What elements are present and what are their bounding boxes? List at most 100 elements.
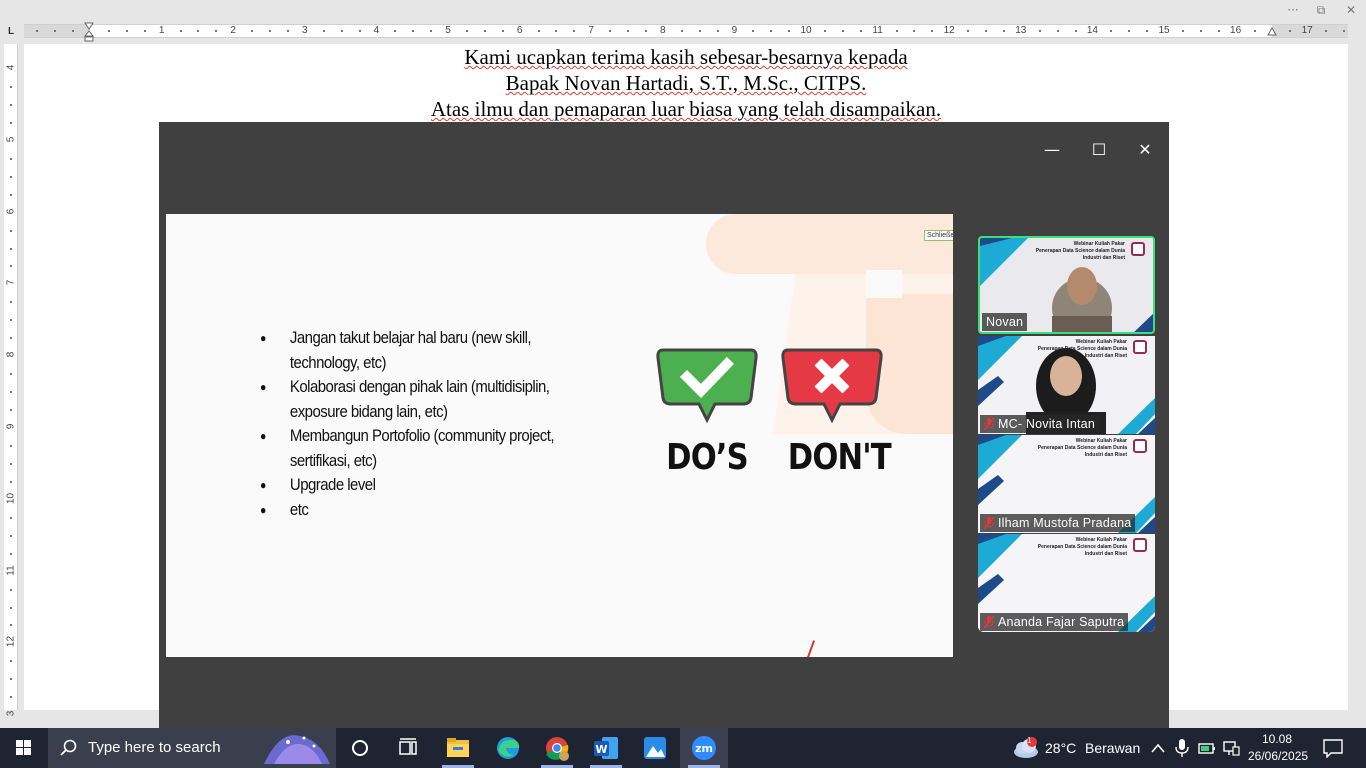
ruler-tick	[10, 373, 12, 376]
participant-tile[interactable]: Webinar Kuliah Pakar Penerapan Data Scie…	[978, 435, 1155, 533]
ruler-tick	[1253, 30, 1256, 32]
muted-mic-icon	[984, 418, 994, 430]
document-text: Atas ilmu dan pemaparan luar biasa yang …	[430, 97, 942, 121]
ruler-tick	[1038, 30, 1041, 32]
banner-line: Penerapan Data Science dalam Dunia	[1037, 346, 1127, 352]
ruler-number: 12	[5, 636, 17, 648]
maximize-button[interactable]: ☐	[1084, 138, 1114, 162]
cross-bubble-icon	[781, 348, 883, 424]
participant-tile[interactable]: Webinar Kuliah Pakar Penerapan Data Scie…	[978, 336, 1155, 434]
ruler-tick	[555, 30, 558, 32]
muted-mic-icon	[984, 616, 994, 628]
ruler-tick	[913, 30, 916, 32]
shared-screen-slide[interactable]: Schließen Jangan takut belajar hal baru …	[166, 214, 953, 657]
ruler-tick	[10, 480, 12, 483]
clock-date[interactable]: 26/06/2025	[1248, 749, 1308, 763]
right-indent-marker[interactable]	[1267, 22, 1277, 42]
ruler-number: 15	[1158, 25, 1170, 36]
document-line-1[interactable]: Kami ucapkan terima kasih sebesar-besarn…	[24, 44, 1348, 70]
horizontal-ruler[interactable]: 1 2 3 4 5 6 7 8 9 10 11 12 13 14 15 16 17	[24, 24, 1348, 38]
ruler-tick	[10, 121, 12, 124]
ruler-tick	[859, 30, 862, 32]
university-logo-icon	[1133, 538, 1147, 552]
chevron-up-icon[interactable]	[1150, 742, 1166, 754]
ruler-number: 3	[5, 710, 17, 717]
ruler-number: 10	[800, 25, 812, 36]
ruler-tick	[1217, 30, 1220, 32]
ruler-number: 17	[1301, 25, 1313, 36]
donts-graphic: DON'T	[780, 346, 892, 478]
weather-condition[interactable]: Berawan	[1085, 728, 1140, 768]
battery-icon[interactable]	[1198, 740, 1216, 756]
ruler-tick	[286, 30, 289, 32]
ruler-number: 6	[516, 25, 523, 36]
ruler-number: 14	[1086, 25, 1098, 36]
ruler-tick	[680, 30, 683, 32]
ruler-tick	[10, 337, 12, 340]
ruler-tick	[841, 30, 844, 32]
weather-cloud-icon[interactable]	[1012, 736, 1040, 760]
document-line-2[interactable]: Bapak Novan Hartadi, S.T., M.Sc., CITPS.	[24, 70, 1348, 96]
ruler-tick	[788, 30, 791, 32]
dos-graphic: DO’S	[655, 346, 759, 478]
weather-temperature[interactable]: 28°C	[1045, 728, 1076, 768]
clock-time[interactable]: 10.08	[1252, 732, 1302, 746]
ruler-number: 8	[660, 25, 666, 36]
file-explorer-button[interactable]	[434, 728, 482, 768]
start-button[interactable]	[0, 728, 48, 768]
slide-close-tag[interactable]: Schließen	[924, 230, 953, 241]
checkmark-bubble-icon	[656, 348, 758, 424]
svg-text:W: W	[595, 743, 607, 756]
ruler-tick	[10, 516, 12, 519]
ruler-number: 7	[588, 25, 594, 36]
bullet-item: Jangan takut belajar hal baru (new skill…	[260, 326, 594, 375]
cortana-button[interactable]	[336, 728, 384, 768]
close-window-button[interactable]: ✕	[1340, 1, 1362, 19]
bullet-item: Membangun Portofolio (community project,…	[260, 424, 594, 473]
banner-line: Industri dan Riset	[1084, 353, 1127, 359]
ruler-tick	[1056, 30, 1059, 32]
ruler-tick	[412, 30, 415, 32]
tab-selector[interactable]: L	[4, 25, 18, 38]
ruler-tick	[716, 30, 719, 32]
cortana-icon	[352, 740, 368, 756]
vertical-ruler[interactable]: 4 5 6 7 8 9 10 11 12 3	[4, 44, 18, 716]
minimize-button[interactable]: —	[1037, 138, 1067, 162]
more-options-button[interactable]: ···	[1282, 1, 1304, 19]
zoom-button[interactable]: zm	[680, 728, 728, 768]
document-line-3[interactable]: Atas ilmu dan pemaparan luar biasa yang …	[24, 96, 1348, 122]
ruler-number: 11	[5, 564, 17, 576]
microphone-icon[interactable]	[1175, 739, 1189, 757]
word-button[interactable]: W	[582, 728, 630, 768]
ruler-tick	[10, 588, 12, 591]
photos-button[interactable]	[631, 728, 679, 768]
ruler-number: 2	[230, 25, 236, 36]
university-logo-icon	[1133, 340, 1147, 354]
ruler-tick	[54, 30, 57, 32]
svg-text:zm: zm	[695, 742, 713, 755]
indent-marker[interactable]	[84, 22, 94, 42]
ruler-number: 3	[302, 25, 308, 36]
ruler-tick	[1325, 30, 1328, 32]
network-icon[interactable]	[1222, 739, 1240, 757]
edge-button[interactable]	[484, 728, 532, 768]
slide-decoration	[706, 214, 953, 274]
close-button[interactable]: ✕	[1130, 138, 1160, 162]
restore-window-button[interactable]: ⧉	[1310, 1, 1332, 19]
ruler-tick	[10, 534, 12, 537]
ruler-tick	[10, 247, 12, 250]
task-view-button[interactable]	[384, 728, 432, 768]
ruler-tick	[197, 30, 200, 32]
ruler-tick	[1128, 30, 1131, 32]
slide-decoration	[866, 270, 902, 298]
banner-line: Penerapan Data Science dalam Dunia	[1037, 445, 1127, 451]
participant-tile[interactable]: Webinar Kuliah Pakar Penerapan Data Scie…	[978, 236, 1155, 334]
search-box[interactable]: Type here to search	[48, 728, 336, 768]
photos-icon	[644, 737, 666, 759]
ruler-number: 9	[731, 25, 738, 36]
notification-icon[interactable]	[1322, 738, 1344, 758]
participant-tile[interactable]: Webinar Kuliah Pakar Penerapan Data Scie…	[978, 534, 1155, 632]
ruler-tick	[143, 30, 146, 32]
scrollbar-area[interactable]	[1348, 44, 1366, 710]
chrome-button[interactable]	[533, 728, 581, 768]
